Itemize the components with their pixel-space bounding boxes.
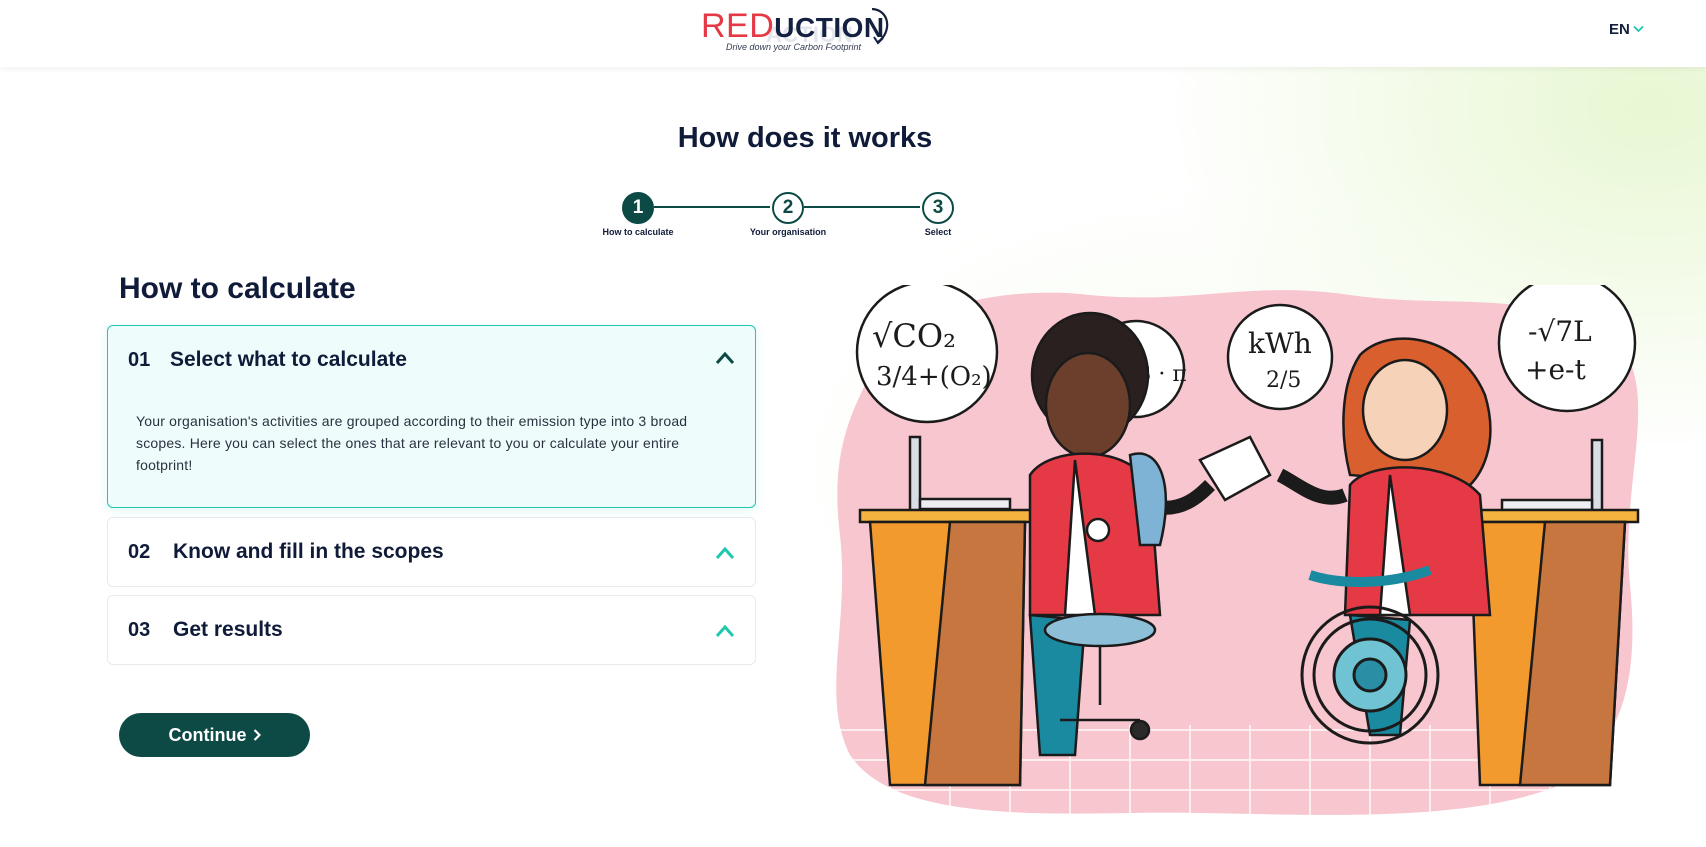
step-connector [654, 206, 770, 208]
accordion-number: 02 [128, 540, 151, 563]
logo-arrow-icon [871, 7, 889, 45]
step-2-circle[interactable]: 2 [772, 192, 804, 224]
accordion-item-scopes: 02 Know and fill in the scopes [107, 517, 756, 587]
step-connector [804, 206, 920, 208]
chevron-up-icon[interactable] [715, 546, 735, 560]
accordion-title: Select what to calculate [170, 348, 407, 371]
svg-text:3/4+(O₂): 3/4+(O₂) [876, 362, 992, 392]
svg-text:kWh: kWh [1248, 327, 1312, 360]
svg-text:-√7L: -√7L [1528, 315, 1592, 348]
svg-text:√CO₂: √CO₂ [872, 317, 956, 355]
step-1-label: How to calculate [602, 227, 674, 237]
chevron-up-icon[interactable] [715, 351, 735, 365]
illustration-volunteers: √CO₂ 3/4+(O₂) 1/√3 · π kWh 2/5 -√7L +e-t [836, 285, 1640, 815]
logo-tagline: Drive down your Carbon Footprint [726, 42, 862, 52]
accordion-title: Get results [173, 618, 283, 641]
chevron-up-icon[interactable] [715, 624, 735, 638]
step-3-label: Select [924, 227, 952, 237]
accordion-title: Know and fill in the scopes [173, 540, 444, 563]
chevron-right-icon [253, 729, 261, 741]
accordion-item-results: 03 Get results [107, 595, 756, 665]
svg-text:2/5: 2/5 [1266, 368, 1301, 393]
accordion-header[interactable]: 03 Get results [108, 596, 755, 664]
page-title: How does it works [677, 122, 933, 154]
section-title: How to calculate [119, 272, 356, 305]
header: ACTION REDUCTION Drive down your Carbon … [0, 0, 1706, 67]
accordion-item-select: 01 Select what to calculate Your organis… [107, 325, 756, 508]
language-label: EN [1609, 20, 1630, 38]
svg-text:+e-t: +e-t [1525, 353, 1586, 386]
continue-button[interactable]: Continue [119, 713, 310, 757]
continue-label: Continue [168, 724, 247, 745]
accordion-header[interactable]: 02 Know and fill in the scopes [108, 518, 755, 586]
reduction-logo[interactable]: ACTION REDUCTION Drive down your Carbon … [700, 4, 890, 54]
language-selector[interactable]: EN [1609, 18, 1644, 40]
step-2-label: Your organisation [749, 227, 827, 237]
chevron-down-icon [1633, 25, 1644, 33]
step-3-circle[interactable]: 3 [922, 192, 954, 224]
step-1-circle[interactable]: 1 [622, 192, 654, 224]
accordion-body: Your organisation's activities are group… [136, 413, 688, 473]
accordion-header[interactable]: 01 Select what to calculate [108, 326, 755, 394]
accordion-number: 03 [128, 618, 151, 641]
accordion-number: 01 [128, 348, 151, 371]
logo-red-text: RED [701, 7, 775, 45]
progress-stepper: 1 2 3 How to calculate Your organisation… [602, 190, 970, 240]
